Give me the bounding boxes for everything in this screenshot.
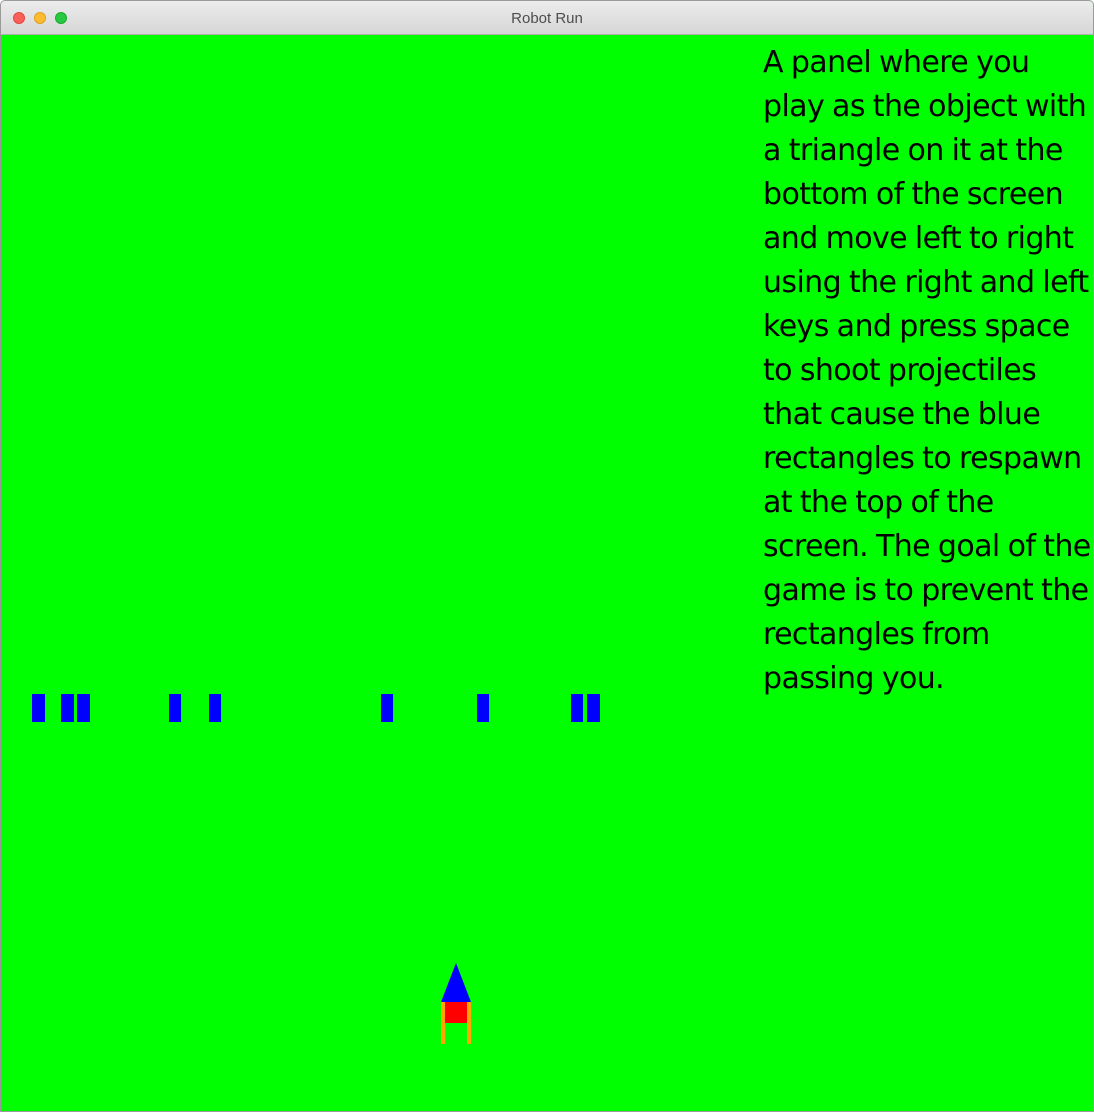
player-triangle xyxy=(441,963,471,1002)
enemy-rectangle xyxy=(32,694,45,722)
enemy-rectangle xyxy=(77,694,90,722)
title-bar[interactable]: Robot Run xyxy=(1,1,1093,35)
player-robot xyxy=(441,963,471,1044)
game-window: Robot Run A panel where you play as the … xyxy=(0,0,1094,1112)
enemy-rectangle xyxy=(209,694,221,722)
window-title: Robot Run xyxy=(511,10,583,27)
enemy-rectangle xyxy=(381,694,393,722)
player-body xyxy=(441,1002,471,1023)
enemy-rectangle xyxy=(169,694,181,722)
enemy-rectangle xyxy=(477,694,489,722)
game-canvas[interactable]: A panel where you play as the object wit… xyxy=(1,35,1093,1111)
player-leg-left xyxy=(441,1002,445,1044)
instructions-text: A panel where you play as the object wit… xyxy=(763,45,1091,696)
enemy-rectangle xyxy=(571,694,583,722)
enemy-rectangle xyxy=(61,694,74,722)
enemy-rectangle xyxy=(587,694,600,722)
player-leg-right xyxy=(467,1002,471,1044)
